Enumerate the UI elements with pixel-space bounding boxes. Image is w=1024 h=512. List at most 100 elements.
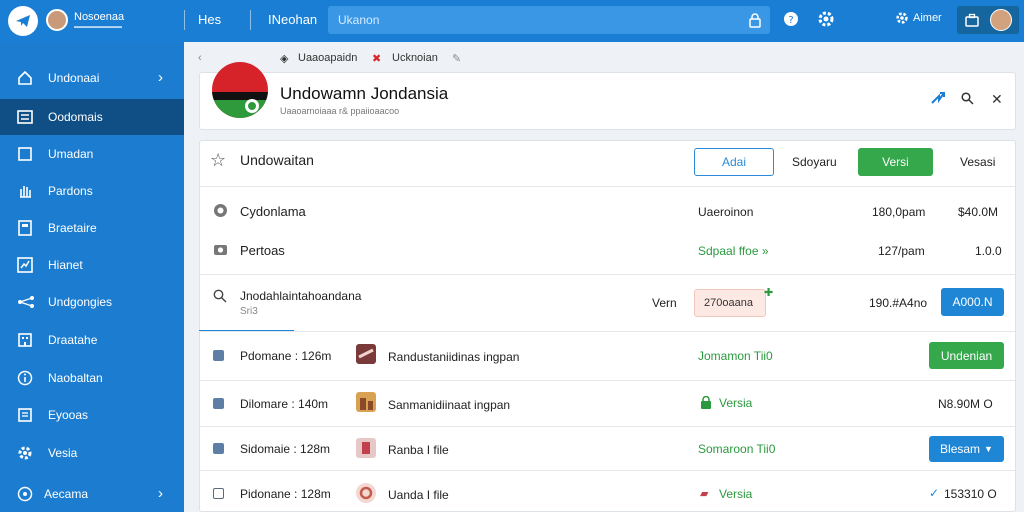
sidebar-item-8[interactable]: Naobaltan (0, 360, 184, 396)
home-icon (17, 70, 33, 86)
camera-icon (213, 242, 228, 261)
divider (199, 426, 1015, 427)
user-name: Nosoenaa ▬▬▬▬▬▬▬▬ (74, 11, 125, 30)
divider (184, 10, 185, 30)
file-row-2-status: Somaroon Tii0 (698, 442, 776, 456)
chevron-right-icon: › (158, 485, 163, 502)
file-row-2-file[interactable]: Ranba I file (388, 443, 449, 457)
divider (199, 380, 1015, 381)
row-checkbox[interactable] (213, 488, 224, 499)
help-icon[interactable]: ? (783, 11, 799, 27)
file-row-1-file[interactable]: Sanmanidiinaat ingpan (388, 398, 510, 412)
file-thumbnail-icon (356, 483, 376, 503)
sidebar-item-7[interactable]: Draatahe (0, 322, 184, 358)
file-row-0-name: Pdomane : 126m (240, 349, 332, 363)
section-title: Undowaitan (240, 152, 314, 168)
search-row-title: Jnodahlaintahoandana (240, 289, 362, 303)
status-badge: 270oaana (694, 289, 766, 317)
sidebar-item-1[interactable]: Oodomais (0, 99, 184, 135)
lock-icon (700, 395, 712, 414)
row-checkbox[interactable] (213, 398, 224, 409)
square-icon (17, 146, 33, 162)
divider (199, 331, 1015, 332)
sidebar-item-3[interactable]: Pardons (0, 173, 184, 209)
summary-row-0-name: Cydonlama (240, 204, 306, 219)
summary-row-1-amount: 1.0.0 (975, 244, 1002, 258)
page-subtitle: Uaaoarnoiaaa r& ppaiioaacoo (280, 106, 400, 116)
sidebar-item-2[interactable]: Umadan (0, 136, 184, 172)
settings-icon[interactable] (818, 11, 834, 27)
breadcrumb-item-1[interactable]: Uaaoapaidn (298, 52, 357, 64)
summary-row-0-time: 180,0pam (872, 205, 926, 219)
file-thumbnail-icon (356, 438, 376, 458)
version-button[interactable]: Versi (858, 148, 933, 176)
app-title[interactable]: INeohan (268, 12, 317, 27)
versions-link[interactable]: Vesasi (960, 155, 995, 169)
summary-row-0-label: Uaeroinon (698, 205, 754, 219)
close-icon[interactable]: ✕ (991, 91, 1003, 108)
search-row-time: 190.#A4no (869, 296, 928, 310)
page-title: Undowamn Jondansia (280, 84, 449, 103)
divider (199, 274, 1015, 275)
row-checkbox[interactable] (213, 443, 224, 454)
file-thumbnail-icon (356, 344, 376, 364)
summary-row-0-amount: $40.0M (958, 205, 999, 219)
sidebar-item-10[interactable]: Vesia (0, 435, 184, 471)
divider (199, 186, 1015, 187)
file-row-2-action-dropdown[interactable]: Blesam ▼ (929, 436, 1004, 462)
row-checkbox[interactable] (213, 350, 224, 361)
sidebar-item-5[interactable]: Hianet (0, 247, 184, 283)
divider (250, 10, 251, 30)
select-dropdown[interactable]: Sdoyaru (792, 155, 837, 169)
lock-icon[interactable] (748, 12, 762, 33)
search-row-ver: Vern (652, 296, 677, 310)
admin-menu[interactable]: Aimer (913, 12, 942, 24)
file-row-1-action: N8.90M O (938, 397, 993, 411)
summary-row-1-name: Pertoas (240, 243, 285, 258)
edit-icon[interactable]: ✎ (452, 52, 461, 65)
sidebar: Undonaai › Oodomais Umadan Pardons Braet… (0, 42, 184, 512)
top-bar: Nosoenaa▬▬▬▬▬▬▬▬ Hes INeohan ? Aimer (0, 0, 1024, 42)
file-row-1-status: Versia (719, 396, 753, 410)
file-row-2-name: Sidomaie : 128m (240, 442, 331, 456)
star-icon[interactable]: ☆ (210, 150, 226, 171)
breadcrumb-item-2[interactable]: Ucknoian (392, 52, 438, 64)
search-icon[interactable] (961, 92, 974, 110)
summary-row-1-label: Sdpaal ffoe » (698, 244, 769, 258)
sidebar-item-9[interactable]: Eyooas (0, 397, 184, 433)
search-icon[interactable] (213, 289, 227, 308)
chevron-right-icon: › (158, 69, 163, 86)
gear-icon[interactable] (895, 11, 911, 27)
file-thumbnail-icon (356, 392, 376, 412)
sidebar-item-0[interactable]: Undonaai › (0, 60, 184, 96)
bookmark-icon: ✖ (372, 53, 382, 65)
sidebar-item-6[interactable]: Undgongies (0, 284, 184, 320)
calculator-icon (17, 220, 33, 236)
user-avatar[interactable] (46, 9, 68, 31)
briefcase-icon[interactable] (965, 13, 979, 32)
file-row-3-file[interactable]: Uanda I file (388, 488, 449, 502)
file-row-0-file[interactable]: Randustaniidinas ingpan (388, 350, 519, 364)
location-icon (213, 203, 228, 223)
hand-icon (17, 183, 33, 199)
file-row-3-status: Versia (719, 487, 753, 501)
list-icon (17, 109, 33, 125)
chart-icon (17, 257, 33, 273)
app-section-title[interactable]: Hes (198, 12, 221, 27)
chevron-down-icon: ▼ (984, 444, 993, 454)
share-icon[interactable] (930, 91, 946, 110)
back-arrow-icon[interactable]: ‹ (198, 52, 202, 64)
app-logo-icon[interactable] (8, 6, 38, 36)
main-card (199, 140, 1016, 512)
sidebar-item-11[interactable]: Aecama › (0, 476, 184, 512)
search-row-sub: Sri3 (240, 306, 258, 317)
sidebar-item-4[interactable]: Braetaire (0, 210, 184, 246)
add-button[interactable]: Adai (694, 148, 774, 176)
search-input[interactable] (338, 12, 738, 28)
document-icon (17, 407, 33, 423)
file-row-0-action-button[interactable]: Undenian (929, 342, 1004, 369)
account-avatar[interactable] (990, 9, 1012, 31)
search-row-action-button[interactable]: A000.N (941, 288, 1004, 316)
search-bar[interactable] (328, 6, 770, 34)
clover-icon: ✚ (764, 287, 774, 299)
